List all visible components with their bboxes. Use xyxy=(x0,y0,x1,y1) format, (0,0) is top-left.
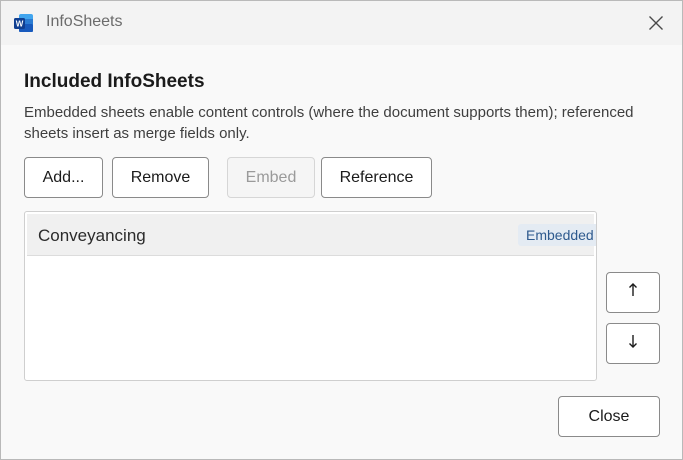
infosheets-dialog: W InfoSheets Included InfoSheets Embedde… xyxy=(0,0,683,460)
close-icon[interactable] xyxy=(641,9,671,37)
status-badge: Embedded xyxy=(518,224,596,246)
move-down-button[interactable] xyxy=(606,323,660,364)
section-heading: Included InfoSheets xyxy=(24,71,205,92)
arrow-down-icon xyxy=(627,333,639,354)
section-description: Embedded sheets enable content controls … xyxy=(24,104,634,142)
word-icon: W xyxy=(13,12,35,34)
sheet-name: Conveyancing xyxy=(38,226,146,245)
embed-button[interactable]: Embed xyxy=(227,157,315,198)
infosheets-list[interactable]: Conveyancing Embedded xyxy=(24,211,597,381)
remove-button[interactable]: Remove xyxy=(112,157,209,198)
dialog-content: Included InfoSheets Embedded sheets enab… xyxy=(1,45,682,459)
list-item[interactable]: Conveyancing Embedded xyxy=(27,214,596,256)
window-title: InfoSheets xyxy=(46,13,123,30)
reference-button[interactable]: Reference xyxy=(321,157,432,198)
arrow-up-icon xyxy=(627,282,639,303)
add-button[interactable]: Add... xyxy=(24,157,103,198)
close-button[interactable]: Close xyxy=(558,396,660,437)
title-bar: W InfoSheets xyxy=(1,1,682,45)
move-up-button[interactable] xyxy=(606,272,660,313)
svg-text:W: W xyxy=(16,20,24,29)
